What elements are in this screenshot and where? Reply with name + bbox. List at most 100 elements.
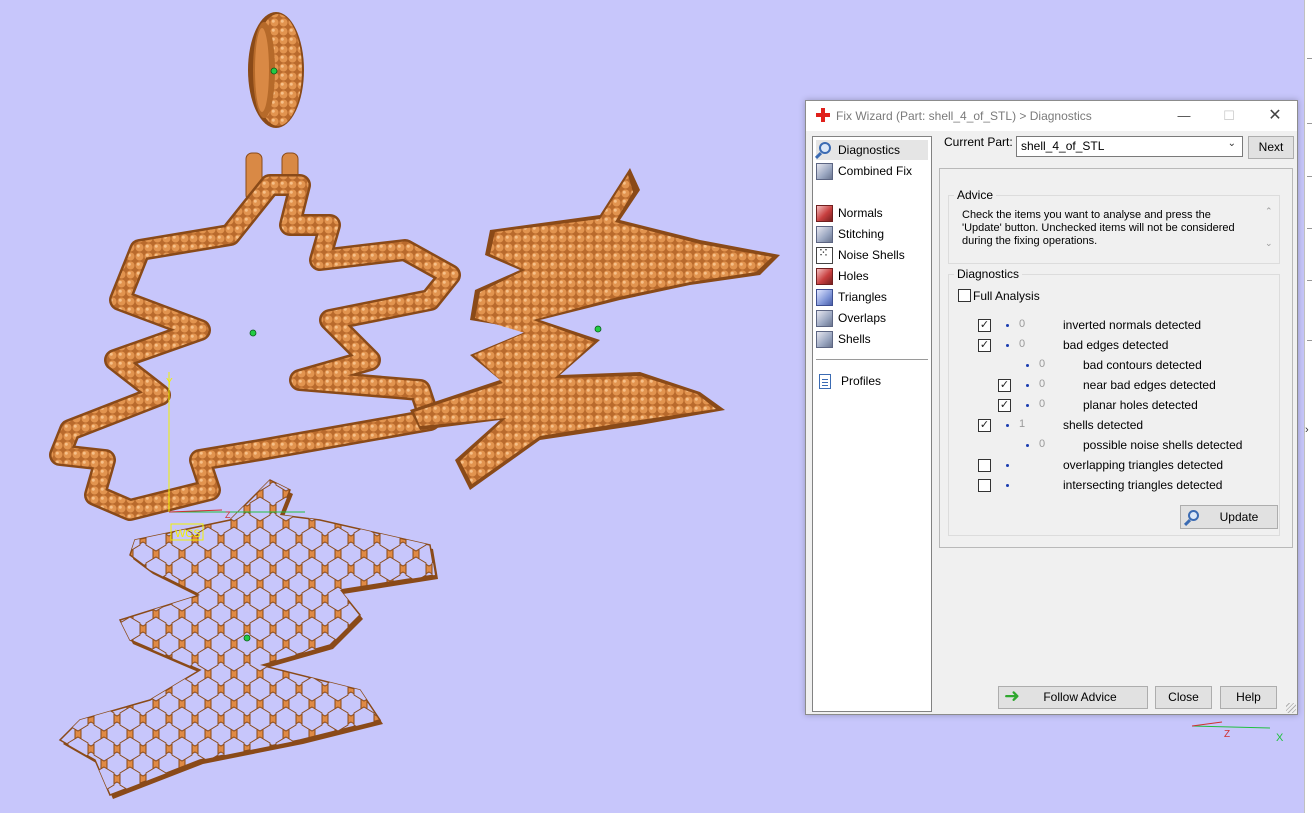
diagnostic-label: near bad edges detected bbox=[1083, 378, 1216, 392]
diagnostic-label: overlapping triangles detected bbox=[1063, 458, 1224, 472]
nav-label: Overlaps bbox=[838, 311, 887, 325]
next-button[interactable]: Next bbox=[1248, 136, 1294, 159]
help-button[interactable]: Help bbox=[1220, 686, 1277, 709]
diagnostic-count: 0 bbox=[1039, 378, 1046, 390]
nav-divider bbox=[816, 359, 928, 360]
update-button[interactable]: Update bbox=[1180, 505, 1278, 529]
nav-item-noise-shells[interactable]: Noise Shells bbox=[816, 245, 928, 265]
mini-x-label: X bbox=[1276, 732, 1284, 744]
resize-grip[interactable] bbox=[1286, 703, 1296, 713]
blue-cube-icon bbox=[816, 288, 833, 306]
diagnostic-label: intersecting triangles detected bbox=[1063, 478, 1223, 492]
diagnostic-checkbox[interactable]: ✓ bbox=[978, 319, 991, 332]
full-analysis-checkbox[interactable] bbox=[958, 289, 971, 302]
magnifier-icon bbox=[1188, 510, 1199, 521]
nav-item-holes[interactable]: Holes bbox=[816, 266, 928, 286]
status-dot-icon bbox=[1006, 344, 1009, 347]
cube-icon bbox=[816, 225, 833, 243]
panel-expand-icon[interactable]: › bbox=[1305, 424, 1309, 436]
nav-item-shells[interactable]: Shells bbox=[816, 329, 928, 349]
diagnostic-label: inverted normals detected bbox=[1063, 318, 1202, 332]
diagnostic-count: 1 bbox=[1019, 418, 1026, 430]
minimize-button[interactable]: — bbox=[1161, 101, 1207, 131]
wcs-z-label: Z bbox=[225, 510, 231, 520]
current-part-label: Current Part: bbox=[944, 135, 1013, 149]
cube-icon bbox=[816, 309, 833, 327]
diagnostic-checkbox[interactable]: ✓ bbox=[998, 399, 1011, 412]
orientation-axes: Z X bbox=[1191, 721, 1284, 744]
advice-scrollbar[interactable]: ⌃ ⌄ bbox=[1261, 204, 1278, 252]
nav-label: Profiles bbox=[841, 374, 882, 388]
dice-icon bbox=[816, 245, 833, 264]
status-dot-icon bbox=[1026, 444, 1029, 447]
follow-advice-button[interactable]: ➜ Follow Advice bbox=[998, 686, 1148, 709]
advice-title: Advice bbox=[954, 188, 997, 202]
nav-label: Normals bbox=[838, 206, 883, 220]
diagnostic-checkbox[interactable] bbox=[978, 479, 991, 492]
diagnostic-count: 0 bbox=[1039, 398, 1046, 410]
fix-wizard-dialog: Fix Wizard (Part: shell_4_of_STL) > Diag… bbox=[805, 100, 1298, 715]
bail-ring-part[interactable] bbox=[248, 12, 304, 128]
status-dot-icon bbox=[1006, 464, 1009, 467]
nav-item-combined-fix[interactable]: Combined Fix bbox=[816, 161, 928, 181]
diagnostic-count: 0 bbox=[1019, 318, 1026, 330]
beaded-solid-part[interactable] bbox=[410, 168, 780, 490]
diagnostic-checkbox[interactable]: ✓ bbox=[978, 419, 991, 432]
diagnostic-checkbox[interactable] bbox=[978, 459, 991, 472]
diagnostics-panel: Advice Check the items you want to analy… bbox=[939, 168, 1293, 548]
diagnostic-label: shells detected bbox=[1063, 418, 1144, 432]
beaded-outline-part[interactable] bbox=[49, 174, 461, 521]
red-cube-icon bbox=[816, 267, 833, 285]
nav-label: Combined Fix bbox=[838, 164, 913, 178]
nav-item-diagnostics[interactable]: Diagnostics bbox=[816, 140, 928, 160]
status-dot-icon bbox=[1026, 364, 1029, 367]
nav-item-overlaps[interactable]: Overlaps bbox=[816, 308, 928, 328]
diagnostic-checkbox[interactable]: ✓ bbox=[978, 339, 991, 352]
diagnostic-checkbox[interactable]: ✓ bbox=[998, 379, 1011, 392]
status-dot-icon bbox=[1006, 324, 1009, 327]
dialog-title: Fix Wizard (Part: shell_4_of_STL) > Diag… bbox=[836, 109, 1092, 123]
diagnostic-label: planar holes detected bbox=[1083, 398, 1198, 412]
diagnostic-label: possible noise shells detected bbox=[1083, 438, 1243, 452]
magnifier-icon bbox=[819, 141, 831, 154]
diagnostics-group: Diagnostics Full Analysis ✓ 0 inverted nor… bbox=[948, 267, 1280, 536]
nav-label: Stitching bbox=[838, 227, 885, 241]
diagnostic-count: 0 bbox=[1039, 438, 1046, 450]
status-dot-icon bbox=[1006, 424, 1009, 427]
diagnostic-count: 0 bbox=[1039, 358, 1046, 370]
nav-item-triangles[interactable]: Triangles bbox=[816, 287, 928, 307]
maximize-button[interactable]: ☐ bbox=[1206, 101, 1252, 131]
diagnostic-label: bad contours detected bbox=[1083, 358, 1202, 372]
nav-label: Triangles bbox=[838, 290, 887, 304]
document-icon bbox=[819, 373, 831, 389]
svg-text:Y: Y bbox=[166, 377, 173, 388]
current-part-select[interactable]: shell_4_of_STL ⌄ bbox=[1016, 136, 1243, 157]
diagnostics-title: Diagnostics bbox=[954, 267, 1023, 281]
diagnostic-label: bad edges detected bbox=[1063, 338, 1169, 352]
nav-item-profiles[interactable]: Profiles bbox=[816, 371, 928, 391]
nav-label: Shells bbox=[838, 332, 871, 346]
wizard-nav-list: Diagnostics Combined Fix Normals Stitchi… bbox=[812, 136, 932, 712]
red-cross-icon bbox=[816, 108, 830, 122]
full-analysis-label: Full Analysis bbox=[973, 289, 1040, 303]
status-dot-icon bbox=[1026, 384, 1029, 387]
current-part-value: shell_4_of_STL bbox=[1021, 139, 1105, 153]
status-dot-icon bbox=[1026, 404, 1029, 407]
nav-label: Holes bbox=[838, 269, 869, 283]
advice-group: Advice Check the items you want to analy… bbox=[948, 188, 1280, 264]
cube-icon bbox=[816, 162, 833, 180]
scroll-down-icon[interactable]: ⌄ bbox=[1265, 238, 1273, 249]
close-button[interactable]: Close bbox=[1155, 686, 1212, 709]
status-dot-icon bbox=[1006, 484, 1009, 487]
nav-item-normals[interactable]: Normals bbox=[816, 203, 928, 223]
dialog-titlebar[interactable]: Fix Wizard (Part: shell_4_of_STL) > Diag… bbox=[806, 101, 1297, 131]
update-label: Update bbox=[1219, 510, 1259, 524]
red-cube-icon bbox=[816, 204, 833, 222]
nav-item-stitching[interactable]: Stitching bbox=[816, 224, 928, 244]
scroll-up-icon[interactable]: ⌃ bbox=[1265, 206, 1273, 217]
chevron-down-icon: ⌄ bbox=[1227, 138, 1236, 149]
close-icon[interactable]: ✕ bbox=[1252, 101, 1298, 131]
green-arrow-icon: ➜ bbox=[1004, 686, 1020, 707]
nav-label: Diagnostics bbox=[838, 143, 901, 157]
honeycomb-part[interactable] bbox=[58, 479, 438, 799]
